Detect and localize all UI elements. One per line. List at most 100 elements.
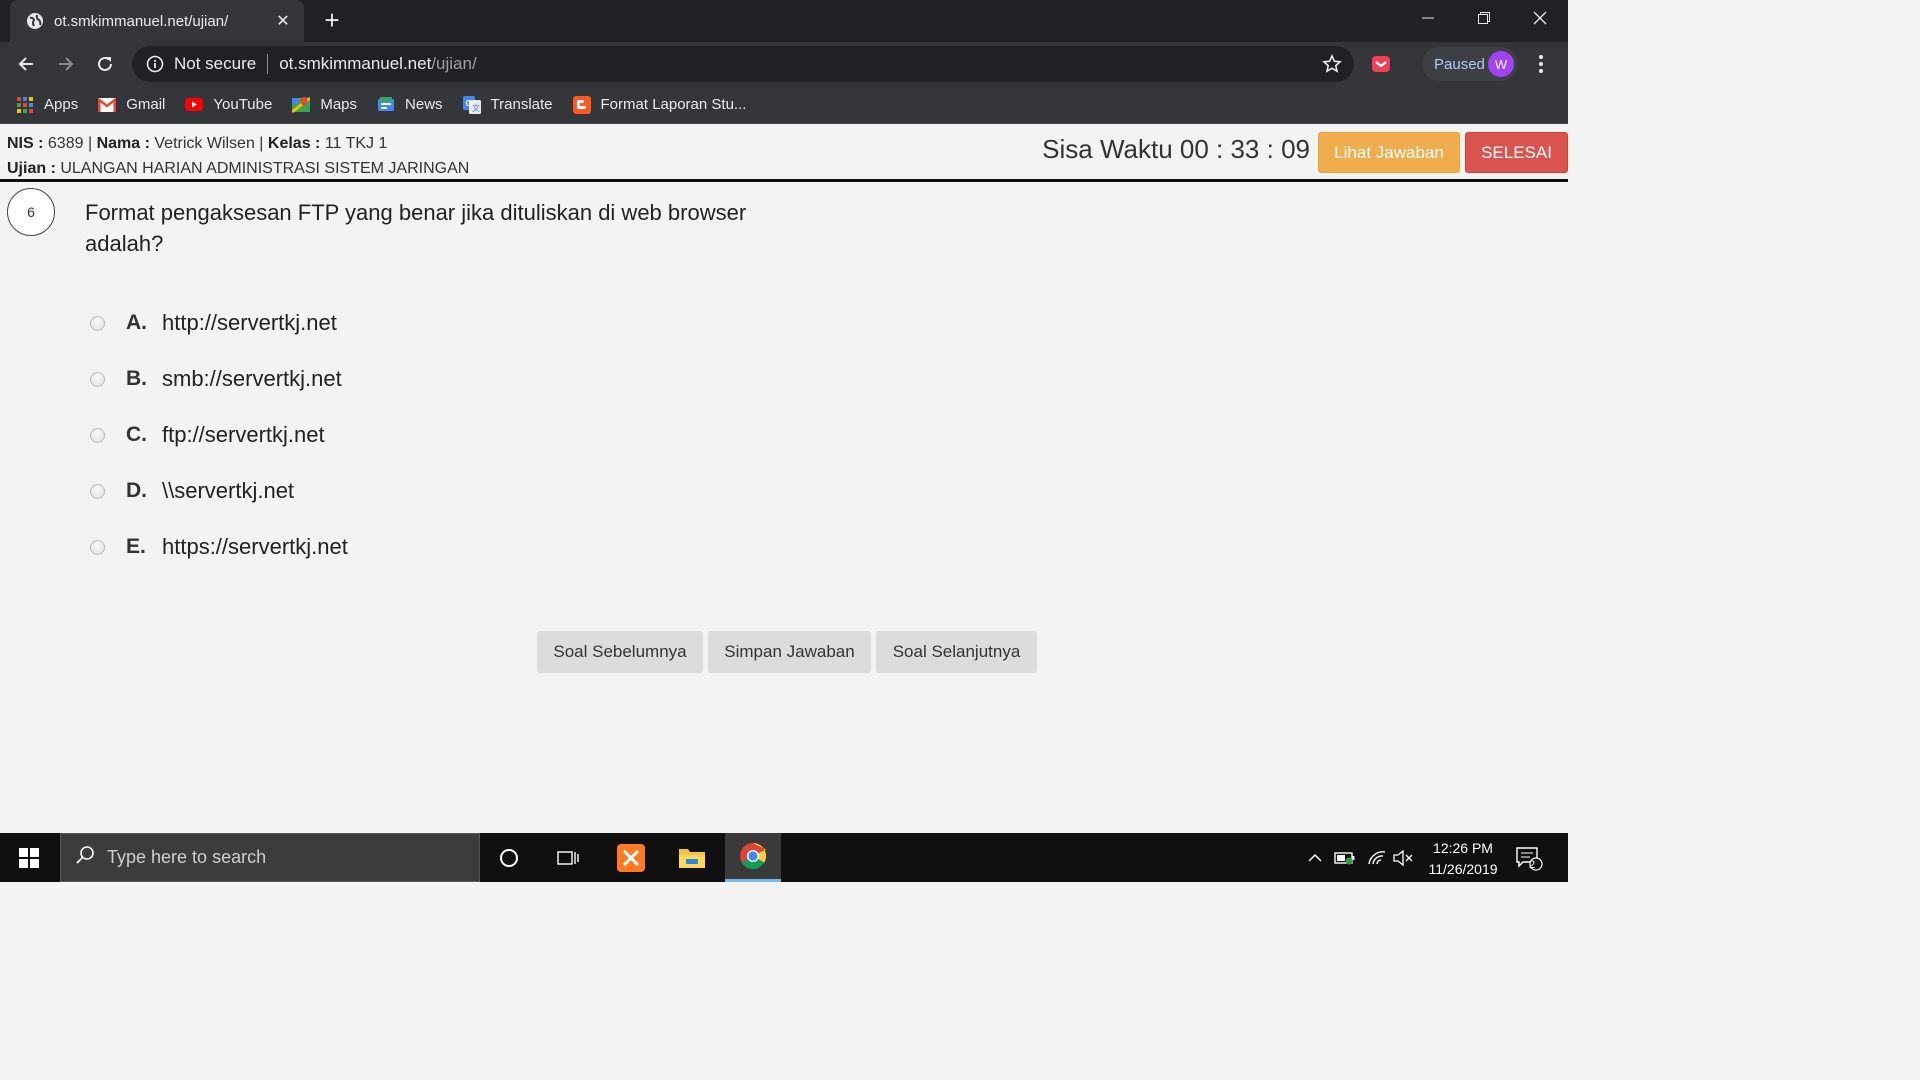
windows-logo-icon [19, 847, 39, 868]
option-c[interactable]: C. ftp://servertkj.net [90, 407, 348, 463]
gmail-icon [98, 96, 117, 114]
minimize-button[interactable] [1400, 0, 1456, 36]
forward-button[interactable] [50, 48, 82, 80]
tab-close-icon[interactable]: ✕ [274, 11, 292, 31]
bookmark-label: News [405, 96, 443, 113]
nis-value: 6389 [47, 135, 84, 152]
url-path: /ujian/ [431, 54, 477, 73]
file-explorer-icon[interactable] [664, 833, 720, 882]
security-label: Not secure [174, 54, 257, 73]
avatar: W [1488, 51, 1514, 77]
bookmark-format-laporan[interactable]: Format Laporan Stu... [572, 95, 746, 114]
battery-icon[interactable] [1332, 833, 1358, 882]
view-answers-button[interactable]: Lihat Jawaban [1318, 132, 1460, 173]
start-button[interactable] [0, 833, 58, 882]
task-view-icon[interactable] [540, 833, 596, 882]
save-answer-button[interactable]: Simpan Jawaban [708, 631, 871, 673]
exam-info: Ujian : ULANGAN HARIAN ADMINISTRASI SIST… [7, 160, 469, 178]
separator: | [259, 135, 264, 152]
action-center-icon[interactable]: 2 [1512, 833, 1546, 882]
bookmark-label: Maps [320, 96, 358, 113]
nama-label: Nama : [96, 135, 150, 152]
bookmark-label: Translate [490, 96, 553, 113]
taskbar-search[interactable]: Type here to search [60, 833, 480, 882]
answer-options: A. http://servertkj.net B. smb://servert… [90, 295, 348, 575]
address-bar[interactable]: Not secure ot.smkimmanuel.net /ujian/ [132, 46, 1354, 82]
bookmark-gmail[interactable]: Gmail [98, 96, 165, 114]
kelas-value: 11 TKJ 1 [324, 135, 388, 152]
option-d[interactable]: D. \\servertkj.net [90, 463, 348, 519]
pocket-extension-icon[interactable] [1370, 53, 1392, 75]
maps-icon [292, 96, 311, 114]
menu-kebab-icon[interactable] [1530, 52, 1552, 76]
show-hidden-icons-icon[interactable] [1304, 833, 1326, 882]
bookmark-label: Gmail [126, 96, 166, 113]
radio-button[interactable] [90, 483, 105, 499]
option-letter: C. [126, 423, 147, 446]
bookmark-news[interactable]: News [377, 96, 443, 114]
volume-muted-icon[interactable] [1392, 833, 1414, 882]
reload-button[interactable] [89, 48, 121, 80]
remaining-time: Sisa Waktu 00 : 33 : 09 [1042, 134, 1310, 164]
new-tab-button[interactable]: + [318, 6, 346, 34]
back-button[interactable] [10, 48, 42, 80]
option-a[interactable]: A. http://servertkj.net [90, 295, 348, 351]
bookmark-label: YouTube [213, 96, 273, 113]
url-host: ot.smkimmanuel.net [279, 54, 432, 73]
radio-button[interactable] [90, 371, 105, 387]
search-icon [75, 845, 95, 870]
profile-status: Paused [1434, 55, 1485, 73]
info-icon[interactable] [146, 55, 164, 73]
bookmark-star-icon[interactable] [1322, 54, 1342, 74]
option-text: http://servertkj.net [162, 310, 337, 335]
finish-button[interactable]: SELESAI [1465, 132, 1568, 173]
tab-title: ot.smkimmanuel.net/ujian/ [54, 12, 229, 30]
youtube-icon [185, 96, 204, 114]
tab-strip: ot.smkimmanuel.net/ujian/ ✕ + [0, 0, 1568, 42]
bookmark-label: Apps [44, 96, 79, 113]
radio-button[interactable] [90, 539, 105, 555]
search-placeholder: Type here to search [107, 847, 267, 867]
system-clock[interactable]: 12:26 PM 11/26/2019 [1418, 838, 1508, 880]
reload-icon [98, 56, 112, 71]
browser-tab-active[interactable]: ot.smkimmanuel.net/ujian/ ✕ [10, 0, 304, 42]
chrome-taskbar-icon[interactable] [725, 833, 781, 882]
svg-text:G: G [465, 99, 471, 108]
option-e[interactable]: E. https://servertkj.net [90, 519, 348, 575]
option-text: https://servertkj.net [162, 534, 348, 559]
option-text: smb://servertkj.net [162, 366, 342, 391]
nis-label: NIS : [7, 135, 44, 152]
student-info: NIS : 6389 | Nama : Vetrick Wilsen | Kel… [7, 135, 387, 153]
question-text: Format pengaksesan FTP yang benar jika d… [85, 200, 747, 256]
previous-question-button[interactable]: Soal Sebelumnya [537, 631, 703, 673]
option-b[interactable]: B. smb://servertkj.net [90, 351, 348, 407]
option-text: ftp://servertkj.net [162, 422, 325, 447]
ujian-label: Ujian : [7, 160, 56, 177]
ujian-value: ULANGAN HARIAN ADMINISTRASI SISTEM JARIN… [60, 160, 470, 177]
blogger-icon [572, 95, 591, 114]
translate-icon: G文 [462, 95, 481, 114]
bookmark-youtube[interactable]: YouTube [185, 96, 272, 114]
exam-page: NIS : 6389 | Nama : Vetrick Wilsen | Kel… [0, 125, 1568, 833]
option-letter: D. [126, 479, 147, 502]
bookmark-maps[interactable]: Maps [292, 96, 357, 114]
news-icon [377, 96, 395, 114]
bookmark-translate[interactable]: G文 Translate [462, 95, 553, 114]
cortana-icon[interactable] [481, 833, 537, 882]
wifi-icon[interactable] [1364, 833, 1390, 882]
radio-button[interactable] [90, 315, 105, 331]
option-letter: E. [126, 535, 146, 558]
nama-value: Vetrick Wilsen [154, 135, 255, 152]
forward-arrow-icon [59, 57, 74, 71]
notification-count: 2 [1529, 859, 1536, 871]
xampp-icon[interactable] [603, 833, 659, 882]
close-window-button[interactable] [1512, 0, 1568, 36]
radio-button[interactable] [90, 427, 105, 443]
restore-button[interactable] [1456, 0, 1512, 36]
profile-button[interactable]: Paused W [1422, 47, 1518, 81]
exam-header: NIS : 6389 | Nama : Vetrick Wilsen | Kel… [0, 125, 1568, 182]
clock-date: 11/26/2019 [1428, 861, 1498, 877]
next-question-button[interactable]: Soal Selanjutnya [876, 631, 1037, 673]
bookmark-apps[interactable]: Apps [16, 96, 78, 114]
omnibox-divider [267, 54, 269, 74]
